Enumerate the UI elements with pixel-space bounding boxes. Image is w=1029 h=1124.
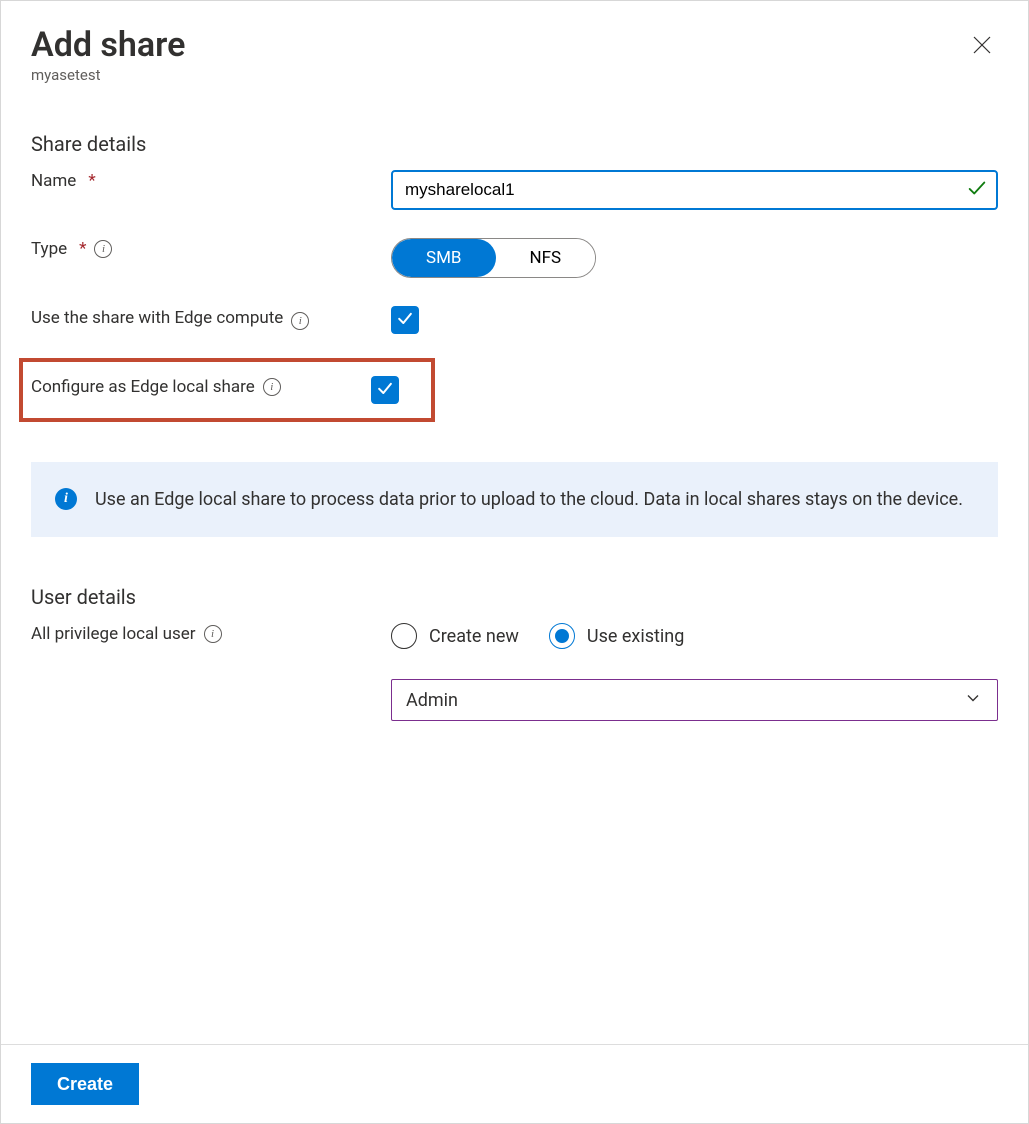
user-details-heading: User details (31, 585, 998, 609)
banner-text: Use an Edge local share to process data … (95, 486, 963, 513)
info-icon[interactable]: i (204, 625, 222, 643)
checkmark-icon (395, 308, 415, 332)
required-indicator: * (79, 238, 86, 260)
radio-use-existing[interactable]: Use existing (549, 623, 684, 649)
type-toggle: SMB NFS (391, 238, 596, 278)
name-input[interactable] (391, 170, 998, 210)
existing-user-select[interactable]: Admin (391, 679, 998, 721)
checkmark-icon (966, 177, 988, 203)
close-button[interactable] (966, 29, 998, 64)
type-label: Type (31, 238, 67, 260)
chevron-down-icon (963, 688, 983, 713)
name-label: Name (31, 170, 76, 192)
radio-use-existing-label: Use existing (587, 626, 684, 647)
checkmark-icon (375, 378, 395, 402)
close-icon (970, 45, 994, 60)
info-icon[interactable]: i (263, 378, 281, 396)
configure-local-label: Configure as Edge local share (31, 376, 255, 398)
radio-icon (549, 623, 575, 649)
info-icon[interactable]: i (94, 240, 112, 258)
create-button[interactable]: Create (31, 1063, 139, 1105)
use-with-compute-label: Use the share with Edge compute (31, 307, 283, 329)
type-option-smb[interactable]: SMB (392, 239, 496, 277)
radio-create-new[interactable]: Create new (391, 623, 519, 649)
type-option-nfs[interactable]: NFS (496, 239, 596, 277)
page-title: Add share (31, 27, 185, 64)
local-share-info-banner: i Use an Edge local share to process dat… (31, 462, 998, 537)
info-icon[interactable]: i (291, 312, 309, 330)
configure-local-highlight: Configure as Edge local share i (19, 358, 435, 422)
page-subtitle: myasetest (31, 66, 185, 84)
add-share-panel: Add share myasetest Share details Name * (0, 0, 1029, 1124)
share-details-heading: Share details (31, 132, 998, 156)
select-value: Admin (406, 690, 458, 711)
info-icon: i (55, 488, 77, 510)
configure-local-checkbox[interactable] (371, 376, 399, 404)
required-indicator: * (88, 170, 95, 192)
radio-icon (391, 623, 417, 649)
radio-create-new-label: Create new (429, 626, 519, 647)
use-with-compute-checkbox[interactable] (391, 306, 419, 334)
privilege-user-label: All privilege local user (31, 623, 196, 645)
